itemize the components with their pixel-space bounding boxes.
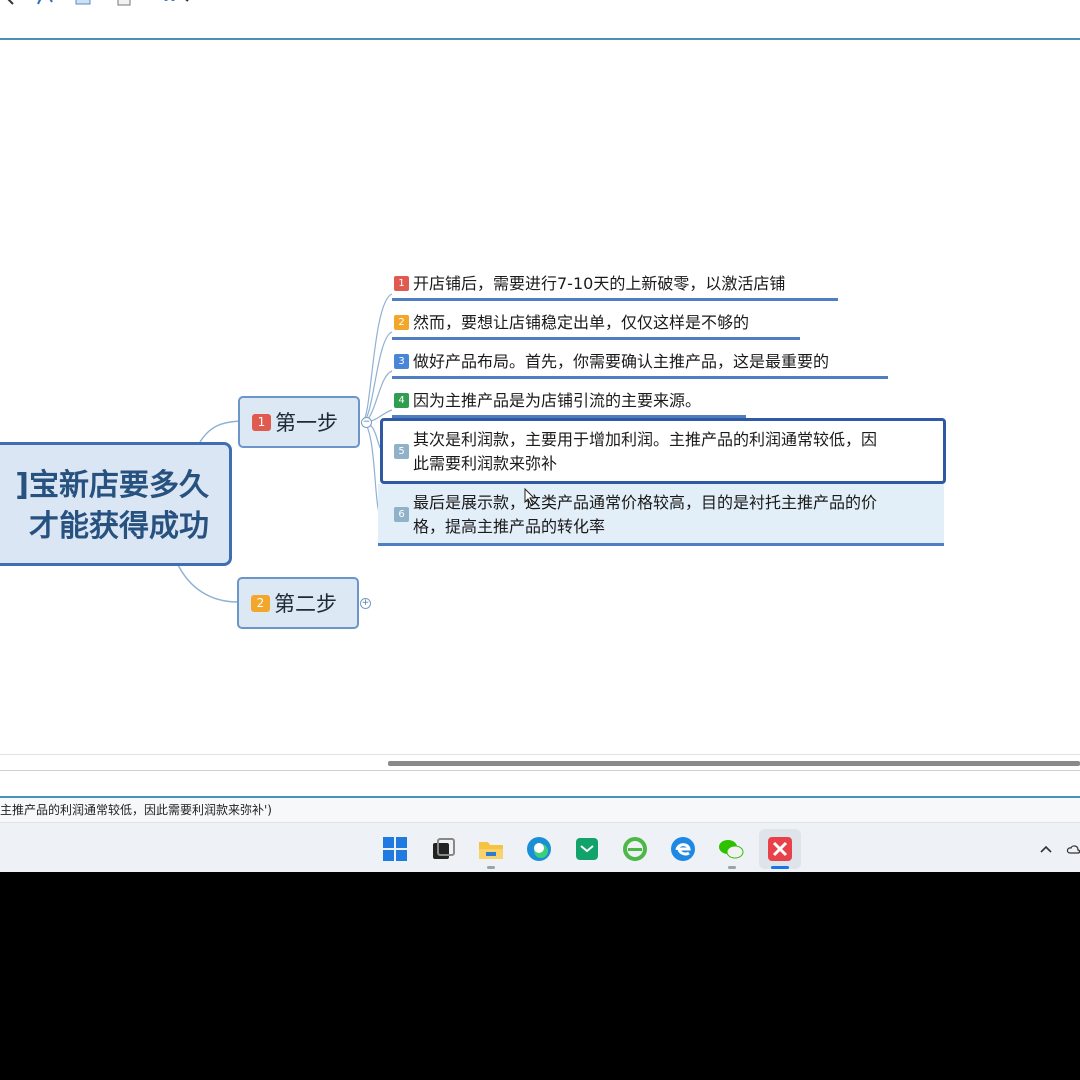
subtopic-2-underline bbox=[392, 337, 800, 340]
cloud-icon[interactable] bbox=[1066, 833, 1080, 865]
edge-icon[interactable] bbox=[523, 833, 555, 865]
file-explorer-indicator bbox=[487, 866, 495, 869]
notes-icon[interactable] bbox=[116, 0, 134, 6]
windows-start-icon[interactable] bbox=[379, 833, 411, 865]
more-icon[interactable] bbox=[162, 0, 189, 6]
priority-1-icon: 1 bbox=[394, 276, 409, 291]
xmind-indicator bbox=[771, 866, 789, 869]
step-node-2[interactable]: 2 第二步 bbox=[237, 577, 359, 629]
subtopic-2-text: 然而，要想让店铺稳定出单，仅仅这样是不够的 bbox=[413, 313, 750, 332]
collapse-icon[interactable]: − bbox=[361, 417, 372, 428]
subtopic-4-text: 因为主推产品是为店铺引流的主要来源。 bbox=[413, 391, 702, 410]
scrollbar-thumb[interactable] bbox=[388, 761, 1080, 766]
taskbar bbox=[0, 822, 1080, 872]
subtopic-1-underline bbox=[392, 298, 838, 301]
priority-6-icon: 6 bbox=[394, 507, 409, 522]
priority-2-icon: 2 bbox=[251, 594, 270, 612]
status-bar bbox=[0, 770, 1080, 798]
back-icon[interactable] bbox=[4, 0, 22, 6]
task-view-icon[interactable] bbox=[427, 833, 459, 865]
wechat-indicator bbox=[728, 866, 736, 869]
status-text: 主推产品的利润通常较低，因此需要利润款来弥补') bbox=[0, 803, 272, 817]
file-explorer-icon[interactable] bbox=[475, 833, 507, 865]
xmind-icon[interactable] bbox=[759, 829, 801, 869]
step-node-1[interactable]: 1 第一步 bbox=[238, 396, 360, 448]
priority-5-icon: 5 bbox=[394, 444, 409, 459]
mouse-cursor-icon bbox=[524, 488, 536, 506]
expand-icon[interactable]: + bbox=[360, 598, 371, 609]
mindmap-canvas[interactable]: ]宝新店要多久 才能获得成功 1 第一步 − 2 第二步 + 1 开店铺后，需要… bbox=[0, 42, 1080, 754]
wechat-icon[interactable] bbox=[715, 833, 747, 865]
subtopic-1-text: 开店铺后，需要进行7-10天的上新破零，以激活店铺 bbox=[413, 274, 786, 293]
subtopic-6[interactable]: 6 最后是展示款，这类产品通常价格较高，目的是衬托主推产品的价 格，提高主推产品… bbox=[394, 491, 938, 539]
subtopic-5[interactable]: 5 其次是利润款，主要用于增加利润。主推产品的利润通常较低，因 此需要利润款来弥… bbox=[394, 428, 938, 476]
priority-3-icon: 3 bbox=[394, 354, 409, 369]
subtopic-3-underline bbox=[392, 376, 888, 379]
central-topic[interactable]: ]宝新店要多久 才能获得成功 bbox=[0, 442, 232, 566]
step-1-label: 第一步 bbox=[275, 411, 338, 435]
mail-icon[interactable] bbox=[571, 833, 603, 865]
chevron-up-icon[interactable] bbox=[1034, 833, 1058, 865]
subtopic-6-text: 最后是展示款，这类产品通常价格较高，目的是衬托主推产品的价 格，提高主推产品的转… bbox=[413, 493, 878, 536]
central-topic-label: ]宝新店要多久 才能获得成功 bbox=[15, 468, 209, 544]
subtopic-3[interactable]: 3 做好产品布局。首先，你需要确认主推产品，这是最重要的 bbox=[394, 350, 829, 374]
horizontal-scrollbar[interactable] bbox=[0, 754, 1080, 770]
priority-2-icon: 2 bbox=[394, 315, 409, 330]
summary-icon[interactable] bbox=[74, 0, 92, 6]
subtopic-5-text: 其次是利润款，主要用于增加利润。主推产品的利润通常较低，因 此需要利润款来弥补 bbox=[413, 430, 878, 473]
priority-1-icon: 1 bbox=[252, 413, 271, 431]
status-line: 主推产品的利润通常较低，因此需要利润款来弥补') bbox=[0, 798, 1080, 822]
subtopic-3-text: 做好产品布局。首先，你需要确认主推产品，这是最重要的 bbox=[413, 352, 830, 371]
edge-blue-icon[interactable] bbox=[667, 833, 699, 865]
subtopic-2[interactable]: 2 然而，要想让店铺稳定出单，仅仅这样是不够的 bbox=[394, 311, 749, 335]
subtopic-1[interactable]: 1 开店铺后，需要进行7-10天的上新破零，以激活店铺 bbox=[394, 272, 785, 296]
screen: ]宝新店要多久 才能获得成功 1 第一步 − 2 第二步 + 1 开店铺后，需要… bbox=[0, 0, 1080, 872]
priority-4-icon: 4 bbox=[394, 393, 409, 408]
step-2-label: 第二步 bbox=[274, 592, 337, 616]
ie-browser-icon[interactable] bbox=[619, 833, 651, 865]
toolbar bbox=[0, 0, 1080, 40]
relationship-icon[interactable] bbox=[36, 0, 54, 6]
subtopic-4[interactable]: 4 因为主推产品是为店铺引流的主要来源。 bbox=[394, 389, 701, 413]
